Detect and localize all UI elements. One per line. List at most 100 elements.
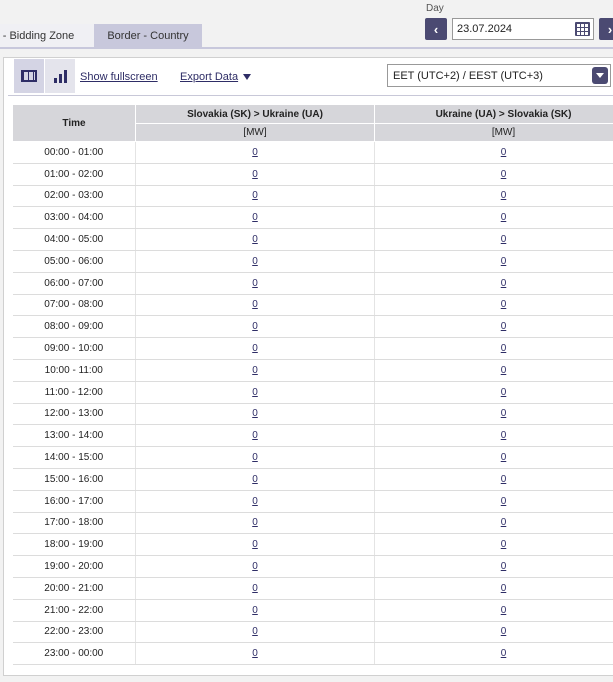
time-cell: 07:00 - 08:00 (12, 294, 136, 317)
value-cell-sk-ua: 0 (135, 642, 375, 666)
value-link[interactable]: 0 (252, 147, 258, 158)
value-link[interactable]: 0 (501, 212, 507, 223)
next-day-button[interactable]: › (599, 18, 613, 40)
export-data-link[interactable]: Export Data (180, 71, 252, 83)
value-link[interactable]: 0 (501, 539, 507, 550)
date-input[interactable] (452, 18, 594, 40)
chevron-down-icon[interactable] (592, 67, 608, 84)
value-link[interactable]: 0 (252, 430, 258, 441)
timezone-select[interactable]: EET (UTC+2) / EEST (UTC+3) (387, 64, 611, 87)
value-link[interactable]: 0 (501, 169, 507, 180)
table-row: 18:00 - 19:00 0 0 (12, 533, 613, 557)
value-link[interactable]: 0 (501, 648, 507, 659)
table-row: 08:00 - 09:00 0 0 (12, 315, 613, 339)
value-link[interactable]: 0 (501, 278, 507, 289)
value-link[interactable]: 0 (252, 626, 258, 637)
table-row: 20:00 - 21:00 0 0 (12, 577, 613, 600)
tab-border-bidding-zone[interactable]: r - Bidding Zone (0, 24, 94, 48)
value-cell-sk-ua: 0 (135, 163, 375, 186)
value-link[interactable]: 0 (252, 408, 258, 419)
value-link[interactable]: 0 (252, 190, 258, 201)
value-cell-ua-sk: 0 (374, 599, 613, 622)
time-cell: 10:00 - 11:00 (12, 359, 136, 382)
value-cell-sk-ua: 0 (135, 512, 375, 535)
value-link[interactable]: 0 (252, 212, 258, 223)
value-link[interactable]: 0 (252, 539, 258, 550)
value-link[interactable]: 0 (501, 190, 507, 201)
value-link[interactable]: 0 (252, 583, 258, 594)
day-label: Day (426, 3, 444, 14)
table-row: 09:00 - 10:00 0 0 (12, 337, 613, 360)
toolbar-divider (8, 95, 613, 96)
value-link[interactable]: 0 (501, 256, 507, 267)
value-cell-ua-sk: 0 (374, 206, 613, 230)
value-link[interactable]: 0 (252, 387, 258, 398)
value-cell-ua-sk: 0 (374, 555, 613, 578)
table-row: 21:00 - 22:00 0 0 (12, 599, 613, 622)
time-cell: 21:00 - 22:00 (12, 599, 136, 622)
capacity-table: Time Slovakia (SK) > Ukraine (UA) Ukrain… (12, 104, 613, 666)
value-link[interactable]: 0 (252, 605, 258, 616)
time-cell: 19:00 - 20:00 (12, 555, 136, 578)
value-link[interactable]: 0 (252, 474, 258, 485)
value-cell-sk-ua: 0 (135, 403, 375, 426)
calendar-icon[interactable] (575, 22, 590, 36)
value-link[interactable]: 0 (252, 561, 258, 572)
value-link[interactable]: 0 (252, 278, 258, 289)
previous-day-button[interactable]: ‹ (425, 18, 447, 40)
value-link[interactable]: 0 (501, 496, 507, 507)
value-link[interactable]: 0 (501, 605, 507, 616)
table-row: 23:00 - 00:00 0 0 (12, 642, 613, 666)
value-link[interactable]: 0 (501, 430, 507, 441)
value-link[interactable]: 0 (252, 517, 258, 528)
value-link[interactable]: 0 (501, 452, 507, 463)
value-link[interactable]: 0 (501, 583, 507, 594)
time-cell: 13:00 - 14:00 (12, 424, 136, 448)
tab-border-country[interactable]: Border - Country (94, 24, 202, 48)
value-link[interactable]: 0 (252, 648, 258, 659)
table-row: 02:00 - 03:00 0 0 (12, 185, 613, 208)
table-row: 15:00 - 16:00 0 0 (12, 468, 613, 491)
table-view-button[interactable] (14, 59, 44, 93)
value-link[interactable]: 0 (501, 321, 507, 332)
value-link[interactable]: 0 (252, 169, 258, 180)
value-link[interactable]: 0 (501, 408, 507, 419)
time-cell: 01:00 - 02:00 (12, 163, 136, 186)
value-link[interactable]: 0 (501, 299, 507, 310)
value-link[interactable]: 0 (501, 147, 507, 158)
value-cell-sk-ua: 0 (135, 206, 375, 230)
value-link[interactable]: 0 (501, 561, 507, 572)
time-cell: 18:00 - 19:00 (12, 533, 136, 557)
value-link[interactable]: 0 (501, 234, 507, 245)
value-cell-sk-ua: 0 (135, 250, 375, 273)
panel-toolbar: Show fullscreen Export Data EET (UTC+2) … (4, 58, 613, 96)
value-link[interactable]: 0 (252, 452, 258, 463)
value-link[interactable]: 0 (252, 321, 258, 332)
column-header-sk-ua: Slovakia (SK) > Ukraine (UA) (135, 104, 375, 124)
value-cell-ua-sk: 0 (374, 163, 613, 186)
value-link[interactable]: 0 (252, 496, 258, 507)
value-link[interactable]: 0 (501, 343, 507, 354)
time-cell: 23:00 - 00:00 (12, 642, 136, 666)
value-link[interactable]: 0 (501, 365, 507, 376)
value-cell-ua-sk: 0 (374, 185, 613, 208)
show-fullscreen-link[interactable]: Show fullscreen (80, 71, 158, 83)
value-cell-sk-ua: 0 (135, 381, 375, 404)
value-link[interactable]: 0 (252, 234, 258, 245)
value-link[interactable]: 0 (252, 343, 258, 354)
value-cell-ua-sk: 0 (374, 294, 613, 317)
value-link[interactable]: 0 (252, 256, 258, 267)
value-link[interactable]: 0 (501, 517, 507, 528)
export-data-label: Export Data (180, 71, 239, 83)
value-cell-ua-sk: 0 (374, 577, 613, 600)
value-link[interactable]: 0 (501, 626, 507, 637)
data-panel: Show fullscreen Export Data EET (UTC+2) … (3, 57, 613, 676)
value-cell-sk-ua: 0 (135, 424, 375, 448)
time-cell: 16:00 - 17:00 (12, 490, 136, 513)
value-link[interactable]: 0 (252, 299, 258, 310)
chart-view-button[interactable] (45, 59, 75, 93)
value-link[interactable]: 0 (501, 474, 507, 485)
value-link[interactable]: 0 (501, 387, 507, 398)
value-cell-sk-ua: 0 (135, 294, 375, 317)
value-link[interactable]: 0 (252, 365, 258, 376)
